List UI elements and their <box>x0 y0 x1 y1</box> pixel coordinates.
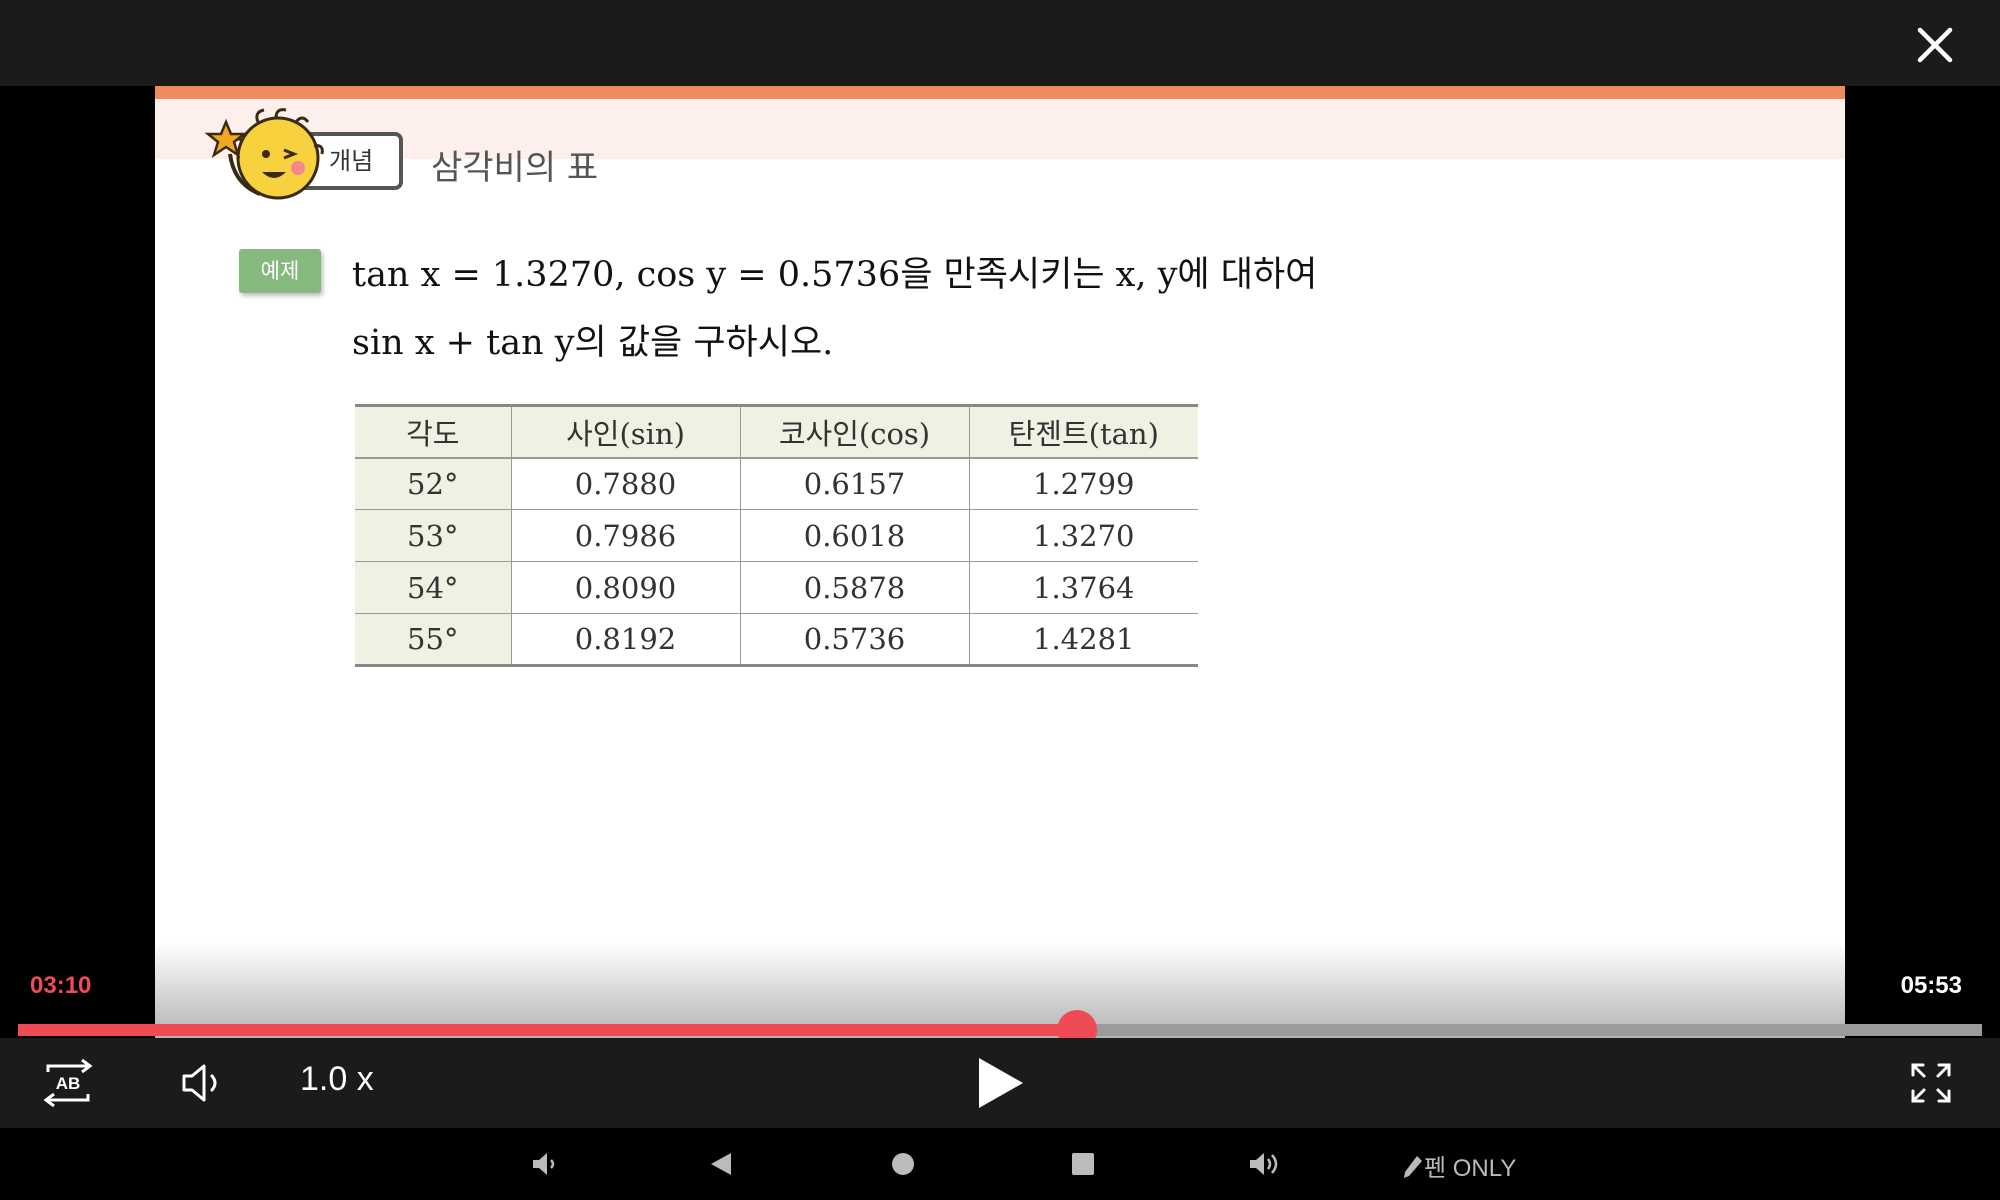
problem-text-line-2: sin x + tan y의 값을 구하시오. <box>352 323 834 363</box>
example-badge: 예제 <box>239 249 321 293</box>
table-header-row: 각도 사인(sin) 코사인(cos) 탄젠트(tan) <box>355 405 1198 459</box>
ab-repeat-icon[interactable]: AB <box>40 1058 96 1108</box>
table-header: 탄젠트(tan) <box>968 405 1198 459</box>
table-header: 사인(sin) <box>510 405 740 459</box>
slide-header-line <box>155 86 1845 99</box>
recents-icon[interactable] <box>1070 1150 1096 1178</box>
table-row: 52° 0.7880 0.6157 1.2799 <box>355 457 1198 510</box>
top-bar <box>0 0 2000 86</box>
pen-icon <box>1404 1156 1422 1178</box>
table-cell: 0.6018 <box>739 509 969 562</box>
volume-down-icon[interactable] <box>530 1150 560 1178</box>
table-row: 55° 0.8192 0.5736 1.4281 <box>355 613 1198 666</box>
seek-bar-progress <box>18 1024 1077 1036</box>
total-time: 05:53 <box>1900 972 1962 999</box>
volume-icon[interactable] <box>180 1060 226 1106</box>
pen-only-label: 펜 ONLY <box>1424 1155 1517 1182</box>
table-cell: 1.2799 <box>968 457 1198 510</box>
table-cell-angle: 55° <box>355 613 511 666</box>
table-header: 코사인(cos) <box>739 405 969 459</box>
table-cell: 0.8192 <box>510 613 740 666</box>
table-cell: 0.5736 <box>739 613 969 666</box>
seek-bar[interactable] <box>18 1010 1982 1050</box>
slide-header-band <box>155 99 1845 159</box>
table-cell: 1.3270 <box>968 509 1198 562</box>
table-row: 53° 0.7986 0.6018 1.3270 <box>355 509 1198 562</box>
slide-title: 삼각비의 표 <box>431 148 599 188</box>
table-cell: 0.5878 <box>739 561 969 614</box>
table-cell-angle: 52° <box>355 457 511 510</box>
table-cell: 1.4281 <box>968 613 1198 666</box>
table-row: 54° 0.8090 0.5878 1.3764 <box>355 561 1198 614</box>
back-icon[interactable] <box>708 1150 734 1178</box>
mascot-icon <box>204 108 324 200</box>
problem-text-line-1: tan x = 1.3270, cos y = 0.5736을 만족시키는 x,… <box>352 255 1318 295</box>
system-nav-bar: 펜 ONLY <box>0 1128 2000 1200</box>
table-cell: 0.7880 <box>510 457 740 510</box>
close-icon[interactable] <box>1910 20 1960 70</box>
player-controls: AB 1.0 x <box>0 1038 2000 1128</box>
table-cell: 0.7986 <box>510 509 740 562</box>
pen-only-toggle[interactable]: 펜 ONLY <box>1402 1148 1516 1183</box>
table-cell: 0.6157 <box>739 457 969 510</box>
table-cell: 0.8090 <box>510 561 740 614</box>
table-cell-angle: 53° <box>355 509 511 562</box>
fullscreen-icon[interactable] <box>1910 1062 1952 1104</box>
playback-speed-button[interactable]: 1.0 x <box>300 1060 374 1099</box>
volume-up-icon[interactable] <box>1247 1149 1279 1179</box>
table-header: 각도 <box>355 405 511 459</box>
lecture-slide: 개념 삼각비의 표 예제 tan x = 1.3270, cos y = 0.5… <box>155 86 1845 1038</box>
play-icon[interactable] <box>975 1056 1027 1110</box>
home-icon[interactable] <box>889 1150 917 1178</box>
svg-text:AB: AB <box>56 1074 81 1093</box>
table-cell-angle: 54° <box>355 561 511 614</box>
current-time: 03:10 <box>30 972 92 999</box>
table-cell: 1.3764 <box>968 561 1198 614</box>
trig-ratio-table: 각도 사인(sin) 코사인(cos) 탄젠트(tan) 52° 0.7880 … <box>355 404 1198 667</box>
